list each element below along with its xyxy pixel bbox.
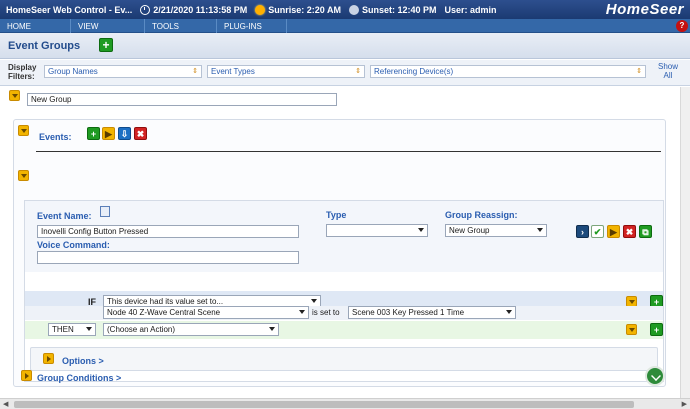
add-event-button[interactable]: + bbox=[87, 127, 100, 140]
save-event-button[interactable]: ✔ bbox=[591, 225, 604, 238]
copy-event-button[interactable]: ⧉ bbox=[639, 225, 652, 238]
event-panel: Event Name: Inovelli Config Button Press… bbox=[24, 200, 664, 382]
clock-icon bbox=[140, 4, 151, 15]
app-header: HomeSeer Web Control - Ev... 2/21/2020 1… bbox=[0, 0, 690, 19]
options-link[interactable]: Options > bbox=[62, 356, 104, 366]
collapse-action-icon[interactable] bbox=[626, 324, 637, 335]
play-event-button[interactable]: ▶ bbox=[607, 225, 620, 238]
trigger-device-select[interactable]: Node 40 Z-Wave Central Scene bbox=[103, 306, 309, 319]
current-user: User: admin bbox=[444, 4, 497, 15]
homeseer-logo: HomeSeer bbox=[605, 1, 684, 18]
referencing-devices-filter[interactable]: Referencing Device(s) ⇕ bbox=[370, 65, 646, 78]
current-datetime: 2/21/2020 11:13:58 PM bbox=[153, 4, 248, 15]
updown-icon: ⇕ bbox=[636, 68, 642, 75]
run-events-button[interactable]: ▶ bbox=[102, 127, 115, 140]
title-bar: Event Groups + bbox=[0, 33, 690, 59]
voice-command-input[interactable] bbox=[37, 251, 299, 264]
trigger-value-select[interactable]: Scene 003 Key Pressed 1 Time bbox=[348, 306, 516, 319]
divider bbox=[36, 151, 661, 152]
event-type-select[interactable] bbox=[326, 224, 428, 237]
window-title: HomeSeer Web Control - Ev... bbox=[6, 4, 133, 15]
shield-check-icon[interactable] bbox=[645, 366, 665, 386]
menu-tools[interactable]: TOOLS bbox=[145, 19, 217, 33]
event-name-input[interactable]: Inovelli Config Button Pressed bbox=[37, 225, 299, 238]
menu-plugins[interactable]: PLUG-INS bbox=[217, 19, 287, 33]
group-conditions-link[interactable]: Group Conditions > bbox=[37, 373, 121, 383]
type-label: Type bbox=[326, 210, 347, 220]
chevron-down-icon bbox=[418, 228, 424, 232]
group-name-input[interactable]: New Group bbox=[27, 93, 337, 106]
delete-events-button[interactable]: ✖ bbox=[134, 127, 147, 140]
action-select[interactable]: (Choose an Action) bbox=[103, 323, 279, 336]
run-event-button[interactable]: › bbox=[576, 225, 589, 238]
groups-content: New Group Events: + ▶ ⇩ ✖ Event Name: In… bbox=[5, 87, 685, 397]
menu-view[interactable]: VIEW bbox=[71, 19, 145, 33]
vertical-scrollbar[interactable] bbox=[680, 87, 690, 398]
add-group-button[interactable]: + bbox=[99, 38, 113, 52]
expand-conditions-icon[interactable] bbox=[21, 370, 32, 381]
filters-label-line1: Display bbox=[8, 63, 37, 72]
then-action-row: THEN (Choose an Action) + bbox=[25, 321, 663, 339]
event-name-label: Event Name: bbox=[37, 211, 92, 221]
events-label: Events: bbox=[39, 132, 72, 142]
chevron-down-icon bbox=[299, 310, 305, 314]
page-title: Event Groups bbox=[8, 40, 81, 52]
chevron-down-icon bbox=[311, 299, 317, 303]
updown-icon: ⇕ bbox=[192, 68, 198, 75]
expand-options-icon[interactable] bbox=[43, 353, 54, 364]
chevron-down-icon bbox=[86, 327, 92, 331]
scrollbar-thumb[interactable] bbox=[14, 401, 634, 408]
download-events-button[interactable]: ⇩ bbox=[118, 127, 131, 140]
scroll-right-icon[interactable]: ▶ bbox=[682, 400, 687, 408]
updown-icon: ⇕ bbox=[355, 68, 361, 75]
document-icon[interactable] bbox=[100, 206, 110, 217]
filters-label-line2: Filters: bbox=[8, 72, 35, 81]
chevron-down-icon bbox=[537, 228, 543, 232]
show-all-link[interactable]: Show All bbox=[658, 62, 678, 80]
options-row: Options > bbox=[30, 347, 658, 371]
scroll-left-icon[interactable]: ◀ bbox=[3, 400, 8, 408]
close-icon[interactable]: ? bbox=[676, 20, 688, 32]
display-filters: Display Filters: Group Names ⇕ Event Type… bbox=[0, 60, 690, 86]
horizontal-scrollbar[interactable]: ◀ ▶ bbox=[0, 398, 690, 409]
chevron-down-icon bbox=[269, 327, 275, 331]
voice-command-label: Voice Command: bbox=[37, 240, 110, 250]
is-set-to-label: is set to bbox=[312, 308, 340, 317]
group-names-filter[interactable]: Group Names ⇕ bbox=[44, 65, 202, 78]
then-select[interactable]: THEN bbox=[48, 323, 96, 336]
event-header: Event Name: Inovelli Config Button Press… bbox=[25, 201, 663, 272]
if-device-row: Node 40 Z-Wave Central Scene is set to S… bbox=[25, 306, 663, 320]
delete-event-button[interactable]: ✖ bbox=[623, 225, 636, 238]
collapse-event-icon[interactable] bbox=[18, 170, 29, 181]
group-reassign-select[interactable]: New Group bbox=[445, 224, 547, 237]
group-panel: Events: + ▶ ⇩ ✖ Event Name: Inovelli Con… bbox=[13, 119, 666, 387]
menu-home[interactable]: HOME bbox=[0, 19, 71, 33]
sun-icon bbox=[255, 4, 266, 15]
event-types-filter[interactable]: Event Types ⇕ bbox=[207, 65, 365, 78]
sunset-time: Sunset: 12:40 PM bbox=[361, 4, 437, 15]
collapse-events-icon[interactable] bbox=[18, 125, 29, 136]
chevron-down-icon bbox=[506, 310, 512, 314]
group-reassign-label: Group Reassign: bbox=[445, 210, 518, 220]
moon-icon bbox=[348, 4, 359, 15]
main-menu: HOME VIEW TOOLS PLUG-INS ? bbox=[0, 19, 690, 33]
add-action-button[interactable]: + bbox=[650, 323, 663, 336]
collapse-group-icon[interactable] bbox=[9, 90, 20, 101]
sunrise-time: Sunrise: 2:20 AM bbox=[268, 4, 341, 15]
